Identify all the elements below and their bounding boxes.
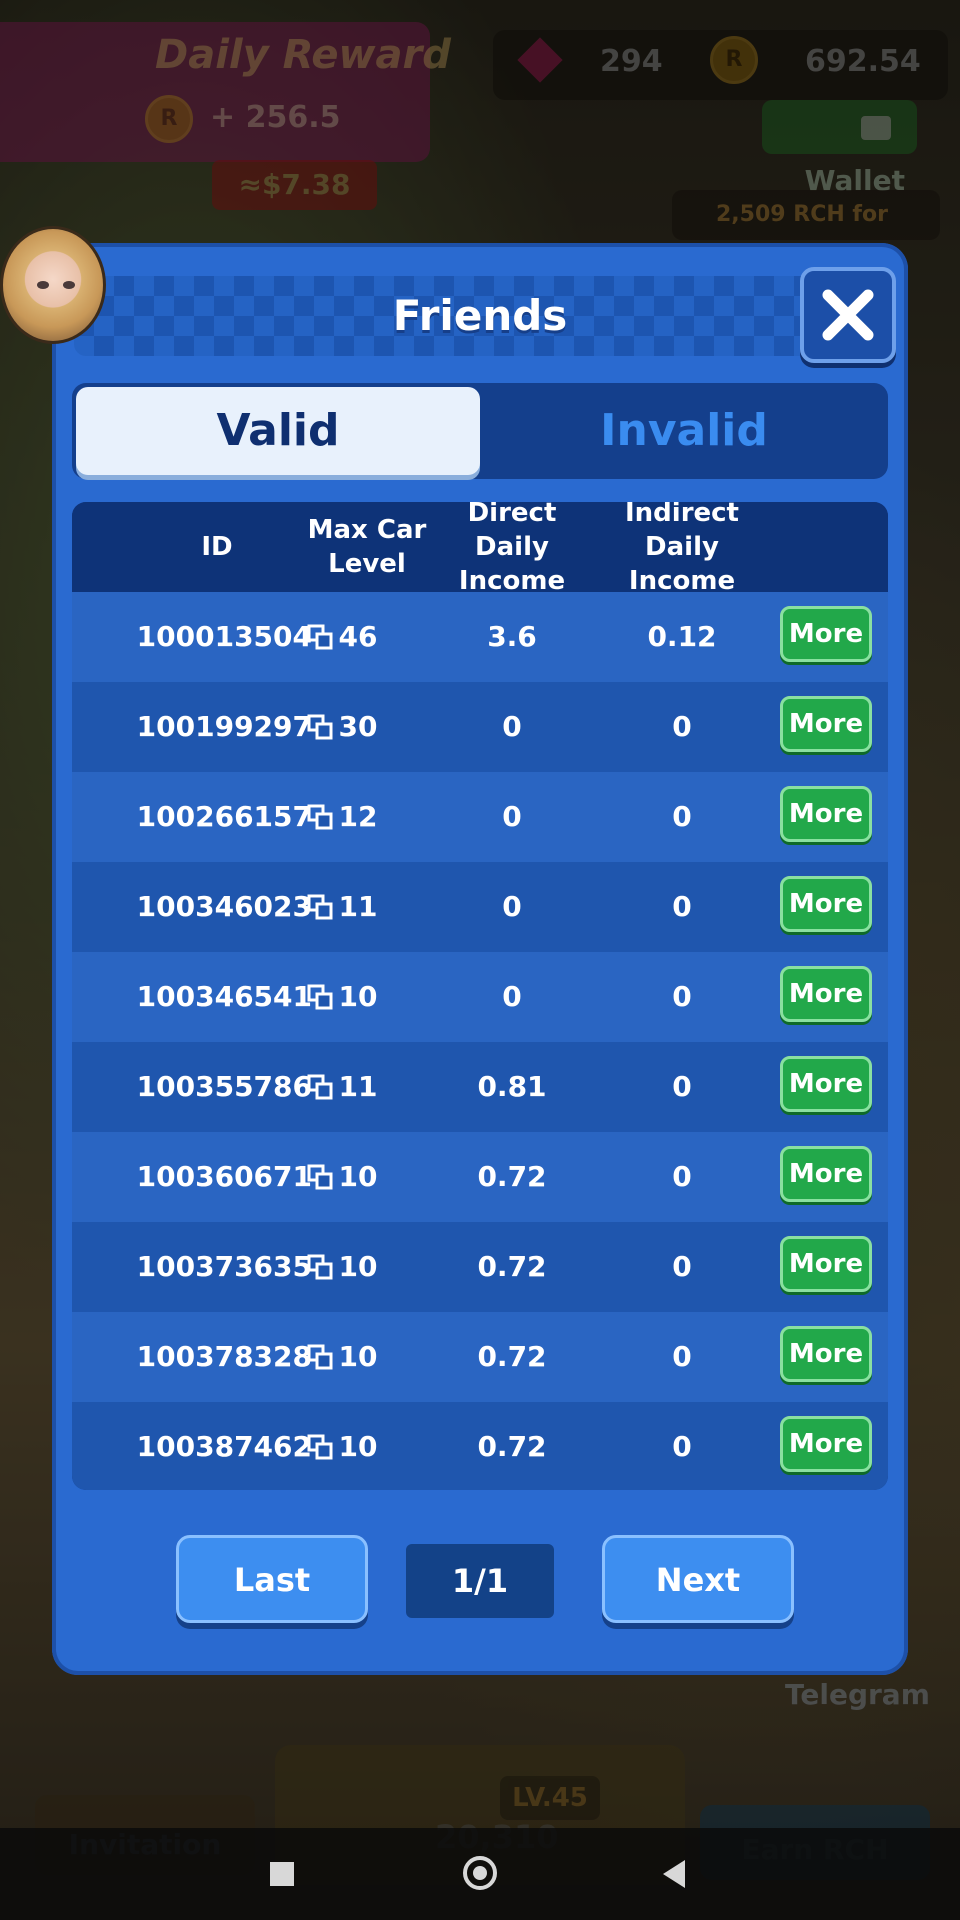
direct-daily-income: 0: [502, 980, 522, 1013]
previous-page-button[interactable]: Last: [176, 1535, 368, 1623]
max-car-level: 10: [338, 1160, 378, 1193]
friend-id: 100355786: [136, 1070, 312, 1103]
max-car-level: 46: [338, 620, 378, 653]
max-car-level: 10: [338, 1250, 378, 1283]
table-header: ID Max Car Level Direct Daily Income Ind…: [72, 502, 888, 596]
indirect-daily-income: 0: [672, 1070, 692, 1103]
table-row: 100378328 10 0.72 0 More: [72, 1312, 888, 1402]
friend-id: 100373635: [136, 1250, 312, 1283]
avatar[interactable]: [0, 226, 106, 344]
more-button[interactable]: More: [780, 786, 872, 842]
max-car-level: 10: [338, 1430, 378, 1463]
table-row: 100346541 10 0 0 More: [72, 952, 888, 1042]
friend-id: 100360671: [136, 1160, 312, 1193]
table-row: 100346023 11 0 0 More: [72, 862, 888, 952]
close-icon: [822, 289, 874, 341]
indirect-daily-income: 0: [672, 710, 692, 743]
table-row: 100266157 12 0 0 More: [72, 772, 888, 862]
indirect-daily-income: 0: [672, 800, 692, 833]
more-button[interactable]: More: [780, 966, 872, 1022]
indirect-daily-income: 0: [672, 1160, 692, 1193]
indirect-daily-income: 0: [672, 1430, 692, 1463]
table-row: 100360671 10 0.72 0 More: [72, 1132, 888, 1222]
max-car-level: 10: [338, 1340, 378, 1373]
direct-daily-income: 0: [502, 800, 522, 833]
max-car-level: 12: [338, 800, 378, 833]
indirect-daily-income: 0: [672, 980, 692, 1013]
more-button[interactable]: More: [780, 1056, 872, 1112]
table-row: 100199297 30 0 0 More: [72, 682, 888, 772]
close-button[interactable]: [800, 267, 896, 363]
indirect-daily-income: 0.12: [647, 620, 717, 653]
next-page-button[interactable]: Next: [602, 1535, 794, 1623]
friend-id: 100346023: [136, 890, 312, 923]
max-car-level: 10: [338, 980, 378, 1013]
tab-valid[interactable]: Valid: [76, 387, 480, 475]
home-icon[interactable]: [463, 1856, 497, 1890]
more-button[interactable]: More: [780, 1326, 872, 1382]
more-button[interactable]: More: [780, 606, 872, 662]
column-header-indirect-income: Indirect Daily Income: [624, 502, 739, 596]
friend-id: 100199297: [136, 710, 312, 743]
direct-daily-income: 0: [502, 890, 522, 923]
max-car-level: 30: [338, 710, 378, 743]
more-button[interactable]: More: [780, 1416, 872, 1472]
table-row: 100373635 10 0.72 0 More: [72, 1222, 888, 1312]
indirect-daily-income: 0: [672, 890, 692, 923]
more-button[interactable]: More: [780, 1236, 872, 1292]
table-row: 100387462 10 0.72 0 More: [72, 1402, 888, 1490]
direct-daily-income: 0.72: [477, 1340, 547, 1373]
friend-id: 100387462: [136, 1430, 312, 1463]
indirect-daily-income: 0: [672, 1340, 692, 1373]
friend-id: 100346541: [136, 980, 312, 1013]
page-indicator: 1/1: [406, 1544, 554, 1618]
max-car-level: 11: [338, 890, 378, 923]
direct-daily-income: 0.72: [477, 1160, 547, 1193]
modal-title: Friends: [392, 291, 568, 340]
friend-id: 100378328: [136, 1340, 312, 1373]
table-row: 100355786 11 0.81 0 More: [72, 1042, 888, 1132]
back-icon[interactable]: [663, 1860, 685, 1888]
column-header-id: ID: [201, 532, 233, 562]
direct-daily-income: 3.6: [487, 620, 537, 653]
friend-id: 100266157: [136, 800, 312, 833]
friend-id: 100013504: [136, 620, 312, 653]
recent-apps-icon[interactable]: [270, 1862, 294, 1886]
tab-invalid[interactable]: Invalid: [484, 387, 884, 475]
column-header-direct-income: Direct Daily Income: [458, 502, 566, 596]
more-button[interactable]: More: [780, 1146, 872, 1202]
more-button[interactable]: More: [780, 696, 872, 752]
direct-daily-income: 0.72: [477, 1250, 547, 1283]
more-button[interactable]: More: [780, 876, 872, 932]
direct-daily-income: 0: [502, 710, 522, 743]
max-car-level: 11: [338, 1070, 378, 1103]
column-header-max-car-level: Max Car Level: [307, 515, 427, 579]
direct-daily-income: 0.72: [477, 1430, 547, 1463]
direct-daily-income: 0.81: [477, 1070, 547, 1103]
friends-table: ID Max Car Level Direct Daily Income Ind…: [72, 502, 888, 1490]
table-row: 100013504 46 3.6 0.12 More: [72, 592, 888, 682]
indirect-daily-income: 0: [672, 1250, 692, 1283]
